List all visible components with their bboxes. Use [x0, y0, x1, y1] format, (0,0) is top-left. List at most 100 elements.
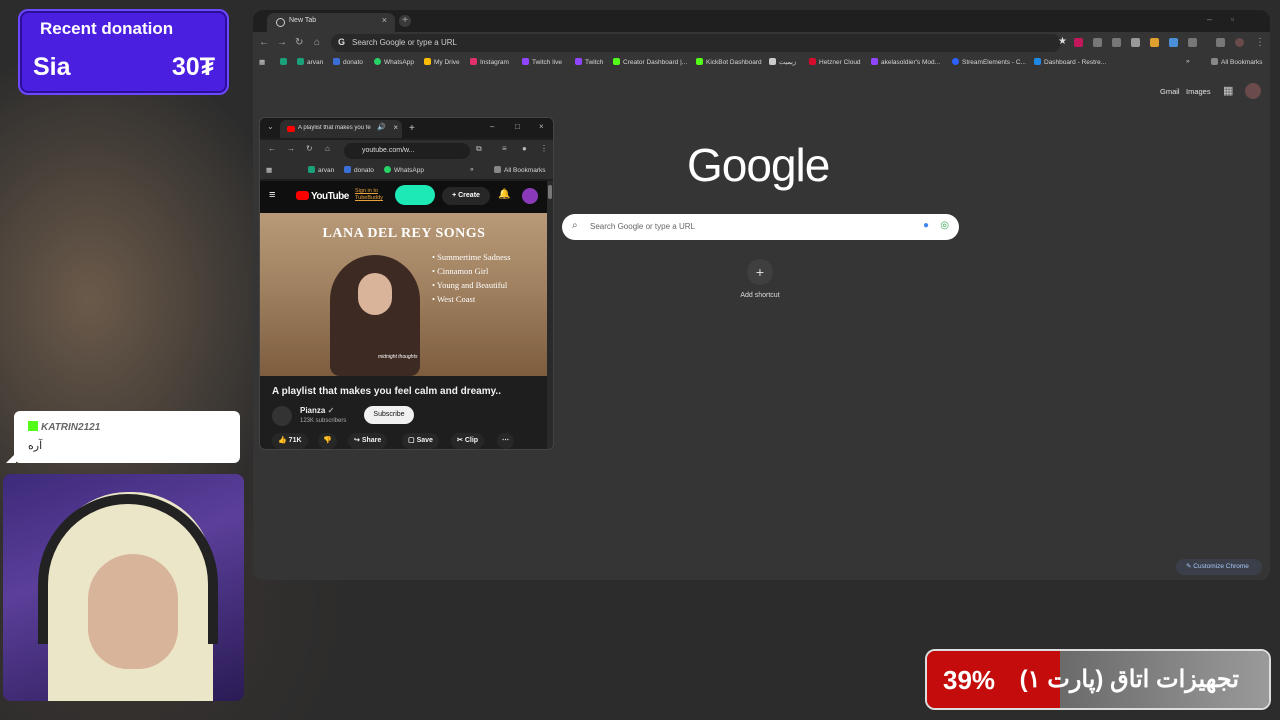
mini-address-bar[interactable]: youtube.com/w...: [344, 143, 470, 159]
channel-avatar[interactable]: [272, 406, 292, 426]
video-player[interactable]: LANA DEL REY SONGS Summertime Sadness Ci…: [260, 213, 548, 376]
chat-bubble-tail: [6, 453, 16, 463]
profile-avatar[interactable]: ●: [522, 144, 527, 153]
bookmark-item[interactable]: akelasoldier's Mod...: [871, 58, 940, 66]
hamburger-menu-icon[interactable]: ≡: [269, 189, 275, 201]
bookmark-item[interactable]: زیمیت: [769, 58, 796, 66]
tubebuddy-signin-link[interactable]: Sign in to TubeBuddy: [355, 188, 393, 202]
browser-toolbar: ← → ↻ ⌂ G Search Google or type a URL ★ …: [253, 32, 1270, 54]
bookmark-item[interactable]: Hetzner Cloud: [809, 58, 861, 66]
tab-new-tab[interactable]: New Tab ×: [267, 13, 395, 32]
all-bookmarks-folder[interactable]: All Bookmarks: [494, 166, 546, 174]
home-icon[interactable]: ⌂: [325, 144, 330, 153]
youtube-play-icon: [296, 191, 309, 200]
new-tab-button[interactable]: +: [399, 15, 411, 27]
reading-list-icon[interactable]: [1216, 38, 1225, 47]
chevron-right-icon[interactable]: »: [470, 166, 474, 173]
close-tab-icon[interactable]: ×: [382, 15, 387, 25]
notifications-bell-icon[interactable]: 🔔: [498, 189, 510, 200]
extension-icon[interactable]: [1112, 38, 1121, 47]
all-bookmarks-folder[interactable]: All Bookmarks: [1211, 58, 1263, 66]
song-item: Summertime Sadness: [432, 252, 510, 262]
bookmark-star-icon[interactable]: ★: [1058, 36, 1067, 47]
maximize-icon[interactable]: □: [515, 122, 520, 131]
bookmark-item[interactable]: StreamElements - C...: [952, 58, 1026, 66]
more-actions-button[interactable]: ⋯: [497, 433, 514, 449]
menu-kebab-icon[interactable]: ⋮: [540, 144, 548, 153]
youtube-logo[interactable]: YouTube: [296, 191, 349, 202]
extension-icon[interactable]: [1093, 38, 1102, 47]
microphone-icon[interactable]: ●: [923, 220, 929, 231]
extension-icon[interactable]: [1169, 38, 1178, 47]
google-lens-icon[interactable]: ◎: [940, 220, 949, 231]
add-shortcut-button[interactable]: +: [747, 259, 773, 285]
share-button[interactable]: ↪ Share: [348, 433, 388, 449]
new-tab-button[interactable]: +: [409, 123, 415, 134]
customize-chrome-button[interactable]: ✎ Customize Chrome: [1176, 559, 1262, 575]
bookmark-item[interactable]: Creator Dashboard |...: [613, 58, 687, 66]
extension-icon[interactable]: [1074, 38, 1083, 47]
subscribe-button[interactable]: Subscribe: [364, 406, 414, 424]
extensions-icon[interactable]: ⧉: [476, 144, 482, 154]
tubebuddy-button[interactable]: [395, 185, 435, 205]
bookmark-item[interactable]: Twitch: [575, 58, 603, 66]
maximize-icon[interactable]: ▫: [1231, 14, 1234, 24]
bookmark-item[interactable]: Dashboard - Restre...: [1034, 58, 1106, 66]
forward-icon[interactable]: →: [287, 144, 295, 153]
reload-icon[interactable]: ↻: [306, 144, 313, 153]
home-icon[interactable]: ⌂: [314, 37, 320, 48]
bookmark-item[interactable]: My Drive: [424, 58, 460, 66]
google-apps-icon[interactable]: ▦: [1223, 84, 1233, 97]
scrollbar[interactable]: [547, 181, 553, 449]
bookmark-item[interactable]: WhatsApp: [384, 166, 424, 174]
bookmark-item[interactable]: [280, 58, 290, 66]
chevron-down-icon[interactable]: ⌄: [267, 122, 274, 131]
images-link[interactable]: Images: [1186, 87, 1211, 96]
close-tab-icon[interactable]: ×: [393, 123, 398, 132]
avatar[interactable]: [522, 188, 538, 204]
close-window-icon[interactable]: ×: [539, 122, 544, 131]
create-button[interactable]: + Create: [442, 187, 490, 205]
bookmarks-bar: ▦ arvan donato WhatsApp My Drive Instagr…: [253, 54, 1270, 71]
back-icon[interactable]: ←: [259, 37, 269, 48]
bookmark-item[interactable]: KickBot Dashboard: [696, 58, 762, 66]
video-title: A playlist that makes you feel calm and …: [272, 386, 501, 397]
extension-icon[interactable]: [1188, 38, 1197, 47]
clip-button[interactable]: ✂ Clip: [451, 433, 485, 449]
song-item: Young and Beautiful: [432, 280, 511, 290]
add-shortcut-label: Add shortcut: [740, 292, 780, 299]
avatar[interactable]: [1245, 83, 1261, 99]
webcam-feed: [3, 474, 244, 701]
thumbnail-signature: midnight thoughts: [378, 354, 418, 360]
menu-kebab-icon[interactable]: ⋮: [1255, 37, 1265, 48]
bookmark-item[interactable]: arvan: [297, 58, 323, 66]
tab-youtube[interactable]: A playlist that makes you fe 🔊 ×: [280, 120, 402, 138]
google-search-box[interactable]: ⌕ Search Google or type a URL ● ◎: [562, 214, 959, 240]
dislike-button[interactable]: 👎: [318, 433, 337, 449]
chevron-right-icon[interactable]: »: [1186, 58, 1190, 65]
reload-icon[interactable]: ↻: [295, 37, 303, 48]
back-icon[interactable]: ←: [268, 144, 276, 153]
minimize-icon[interactable]: –: [1207, 14, 1212, 24]
profile-avatar[interactable]: [1235, 38, 1244, 47]
apps-grid-icon[interactable]: ▦: [259, 58, 265, 66]
bookmark-item[interactable]: Twitch live: [522, 58, 562, 66]
bookmark-item[interactable]: arvan: [308, 166, 334, 174]
apps-grid-icon[interactable]: ▦: [266, 166, 272, 174]
reading-list-icon[interactable]: ≡: [502, 144, 507, 153]
minimize-icon[interactable]: –: [490, 122, 494, 131]
save-button[interactable]: ▢ Save: [402, 433, 439, 449]
forward-icon[interactable]: →: [277, 37, 287, 48]
bookmark-item[interactable]: donato: [344, 166, 374, 174]
speaker-icon[interactable]: 🔊: [377, 123, 386, 131]
gmail-link[interactable]: Gmail: [1160, 87, 1180, 96]
youtube-masthead: ≡ YouTube Sign in to TubeBuddy + Create …: [260, 181, 553, 213]
shield-icon[interactable]: [1131, 38, 1140, 47]
bookmark-item[interactable]: WhatsApp: [374, 58, 414, 66]
channel-name[interactable]: Pianza ✓: [300, 406, 334, 415]
address-bar[interactable]: G Search Google or type a URL ★: [331, 34, 1067, 52]
bookmark-item[interactable]: Instagram: [470, 58, 509, 66]
extension-icon[interactable]: [1150, 38, 1159, 47]
bookmark-item[interactable]: donato: [333, 58, 363, 66]
like-button[interactable]: 👍 71K: [272, 433, 308, 449]
